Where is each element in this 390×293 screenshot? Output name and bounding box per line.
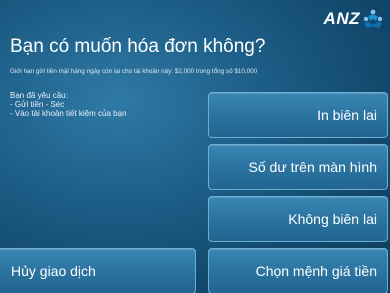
cancel-transaction-button[interactable]: Hủy giao dịch <box>0 248 196 293</box>
request-heading: Bạn đã yêu cầu: <box>10 91 68 100</box>
request-line-account: - Vào tài khoản tiết kiệm của bạn <box>10 109 127 118</box>
anz-people-icon <box>363 9 383 28</box>
select-denomination-button[interactable]: Chọn mệnh giá tiền <box>208 248 388 293</box>
request-line-transaction: - Gửi tiền - Séc <box>10 100 65 109</box>
anz-logo: ANZ <box>324 8 384 30</box>
atm-screen: ANZ Bạn có muốn hóa đơn không? Giới hạn … <box>0 0 390 293</box>
deposit-limit-notice: Giới hạn gửi tiền mặt hàng ngày còn lại … <box>10 68 258 75</box>
request-summary: Bạn đã yêu cầu: - Gửi tiền - Séc - Vào t… <box>10 91 200 118</box>
no-receipt-button[interactable]: Không biên lai <box>208 196 388 242</box>
on-screen-balance-button[interactable]: Số dư trên màn hình <box>208 144 388 190</box>
page-title: Bạn có muốn hóa đơn không? <box>10 36 266 57</box>
print-receipt-button[interactable]: In biên lai <box>208 92 388 138</box>
brand-name: ANZ <box>323 9 360 28</box>
